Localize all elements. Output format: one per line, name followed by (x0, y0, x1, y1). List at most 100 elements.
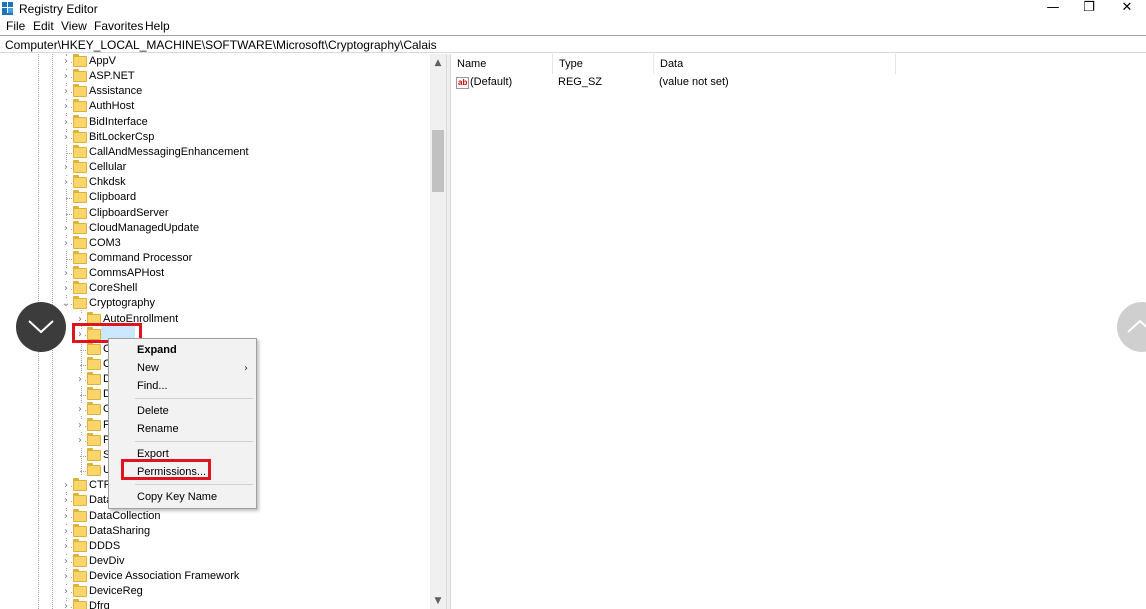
chevron-right-icon[interactable]: › (75, 404, 85, 417)
tree-item-label[interactable]: Command Processor (89, 252, 192, 264)
chevron-right-icon[interactable]: › (75, 419, 85, 432)
tree-item[interactable]: › CloudManagedUpdate (0, 220, 430, 237)
tree-item-label[interactable]: CallAndMessagingEnhancement (89, 146, 249, 158)
tree-item-label[interactable]: DeviceReg (89, 585, 143, 597)
tree-item[interactable]: › DDDS (0, 538, 430, 555)
chevron-right-icon[interactable]: › (61, 86, 71, 99)
menu-edit[interactable]: Edit (33, 19, 54, 33)
column-header-type[interactable]: Type (553, 54, 654, 74)
tree-item[interactable]: ClipboardServer (0, 205, 430, 222)
tree-item[interactable]: › Dfrg (0, 599, 430, 609)
menu-expand[interactable]: Expand (137, 344, 177, 356)
tree-item[interactable]: › BitLockerCsp (0, 129, 430, 146)
tree-item-label[interactable]: Device Association Framework (89, 570, 239, 582)
tree-item-label[interactable]: BidInterface (89, 116, 148, 128)
tree-item[interactable]: Command Processor (0, 250, 430, 267)
tree-item[interactable]: › DataCollection (0, 508, 430, 525)
tree-item-label[interactable]: DataCollection (89, 510, 161, 522)
chevron-right-icon[interactable]: › (61, 555, 71, 568)
menu-rename[interactable]: Rename (137, 423, 179, 435)
scroll-thumb[interactable] (432, 130, 444, 192)
chevron-right-icon[interactable]: › (75, 374, 85, 387)
tree-item[interactable]: › DeviceReg (0, 584, 430, 600)
tree-item-label[interactable]: ASP.NET (89, 70, 135, 82)
tree-item-label[interactable]: COM3 (89, 237, 121, 249)
values-list[interactable]: Name Type Data ab (Default) REG_SZ (valu… (451, 54, 1146, 609)
tree-item[interactable]: › DevDiv (0, 553, 430, 570)
tree-item-label[interactable]: Chkdsk (89, 176, 126, 188)
tree-item[interactable]: › Chkdsk (0, 175, 430, 191)
tree-item[interactable]: Clipboard (0, 190, 430, 206)
column-header-name[interactable]: Name (451, 54, 553, 74)
menu-copy-key-name[interactable]: Copy Key Name (137, 491, 217, 503)
tree-item[interactable]: › CommsAPHost (0, 266, 430, 282)
scroll-up-arrow-icon[interactable]: ▲ (430, 56, 446, 70)
menu-delete[interactable]: Delete (137, 405, 169, 417)
address-bar[interactable]: Computer\HKEY_LOCAL_MACHINE\SOFTWARE\Mic… (0, 35, 1146, 53)
tree-item[interactable]: › BidInterface (0, 114, 430, 131)
chevron-right-icon[interactable]: › (61, 510, 71, 523)
tree-item-label[interactable]: CoreShell (89, 282, 137, 294)
value-name[interactable]: (Default) (470, 76, 512, 88)
tree-scrollbar[interactable]: ▲ ▼ (430, 54, 446, 609)
chevron-right-icon[interactable]: › (61, 71, 71, 84)
tree-item-label[interactable]: DDDS (89, 540, 120, 552)
chevron-right-icon[interactable]: › (61, 601, 71, 609)
tree-item-label[interactable]: AuthHost (89, 100, 134, 112)
menu-find[interactable]: Find... (137, 380, 168, 392)
chevron-right-icon[interactable]: › (75, 434, 85, 447)
chevron-right-icon[interactable]: › (61, 586, 71, 599)
tree-item-label[interactable]: DevDiv (89, 555, 124, 567)
chevron-right-icon[interactable]: › (61, 131, 71, 144)
chevron-right-icon[interactable]: › (61, 237, 71, 250)
tree-item[interactable]: › Device Association Framework (0, 569, 430, 585)
tree-item-label[interactable]: Assistance (89, 85, 142, 97)
menu-new[interactable]: New (137, 362, 159, 374)
tree-item[interactable]: › AppV (0, 54, 430, 70)
tree-item[interactable]: › AuthHost (0, 99, 430, 115)
chevron-right-icon[interactable]: › (61, 177, 71, 190)
close-button[interactable]: ✕ (1112, 0, 1142, 16)
scroll-down-overlay-button[interactable] (16, 302, 66, 352)
restore-button[interactable]: ❐ (1074, 0, 1104, 16)
chevron-right-icon[interactable]: › (61, 480, 71, 493)
column-header-data[interactable]: Data (654, 54, 896, 74)
chevron-right-icon[interactable]: › (61, 525, 71, 538)
chevron-down-icon[interactable]: ⌄ (61, 298, 71, 311)
chevron-right-icon[interactable]: › (61, 540, 71, 553)
scroll-down-arrow-icon[interactable]: ▼ (430, 594, 446, 608)
menu-view[interactable]: View (61, 19, 87, 33)
tree-item-label[interactable]: BitLockerCsp (89, 131, 154, 143)
tree-item-label[interactable]: CommsAPHost (89, 267, 164, 279)
tree-item-label[interactable]: CloudManagedUpdate (89, 222, 199, 234)
chevron-right-icon[interactable]: › (61, 571, 71, 584)
chevron-right-icon[interactable]: › (61, 56, 71, 68)
address-path[interactable]: Computer\HKEY_LOCAL_MACHINE\SOFTWARE\Mic… (5, 38, 437, 52)
chevron-right-icon[interactable]: › (61, 116, 71, 129)
chevron-right-icon[interactable]: › (61, 101, 71, 114)
chevron-right-icon[interactable]: › (61, 268, 71, 281)
menu-favorites[interactable]: Favorites (94, 19, 143, 33)
tree-item[interactable]: CallAndMessagingEnhancement (0, 144, 430, 161)
tree-item-label[interactable]: ClipboardServer (89, 207, 168, 219)
tree-item-label[interactable]: Clipboard (89, 191, 136, 203)
chevron-right-icon[interactable]: › (61, 162, 71, 175)
menu-file[interactable]: File (6, 19, 25, 33)
key-tree[interactable]: › AppV › ASP.NET › Assistance › AuthHost › BidInt… (0, 54, 446, 609)
tree-item[interactable]: › CoreShell (0, 281, 430, 297)
tree-item[interactable]: › ASP.NET (0, 69, 430, 85)
tree-item-label[interactable]: AppV (89, 55, 116, 67)
chevron-right-icon[interactable]: › (61, 495, 71, 508)
tree-item[interactable]: › Cellular (0, 160, 430, 176)
minimize-button[interactable]: — (1038, 0, 1068, 16)
tree-item-label[interactable]: Dfrg (89, 600, 110, 609)
chevron-right-icon[interactable]: › (61, 222, 71, 235)
tree-item[interactable]: › Assistance (0, 84, 430, 100)
tree-item-label[interactable]: DataSharing (89, 525, 150, 537)
tree-item[interactable]: › COM3 (0, 235, 430, 252)
tree-item[interactable]: ⌄ Cryptography (0, 296, 430, 312)
tree-item[interactable]: › DataSharing (0, 523, 430, 540)
chevron-right-icon[interactable]: › (61, 283, 71, 296)
tree-item-label[interactable]: Cellular (89, 161, 126, 173)
menu-help[interactable]: Help (145, 19, 170, 33)
